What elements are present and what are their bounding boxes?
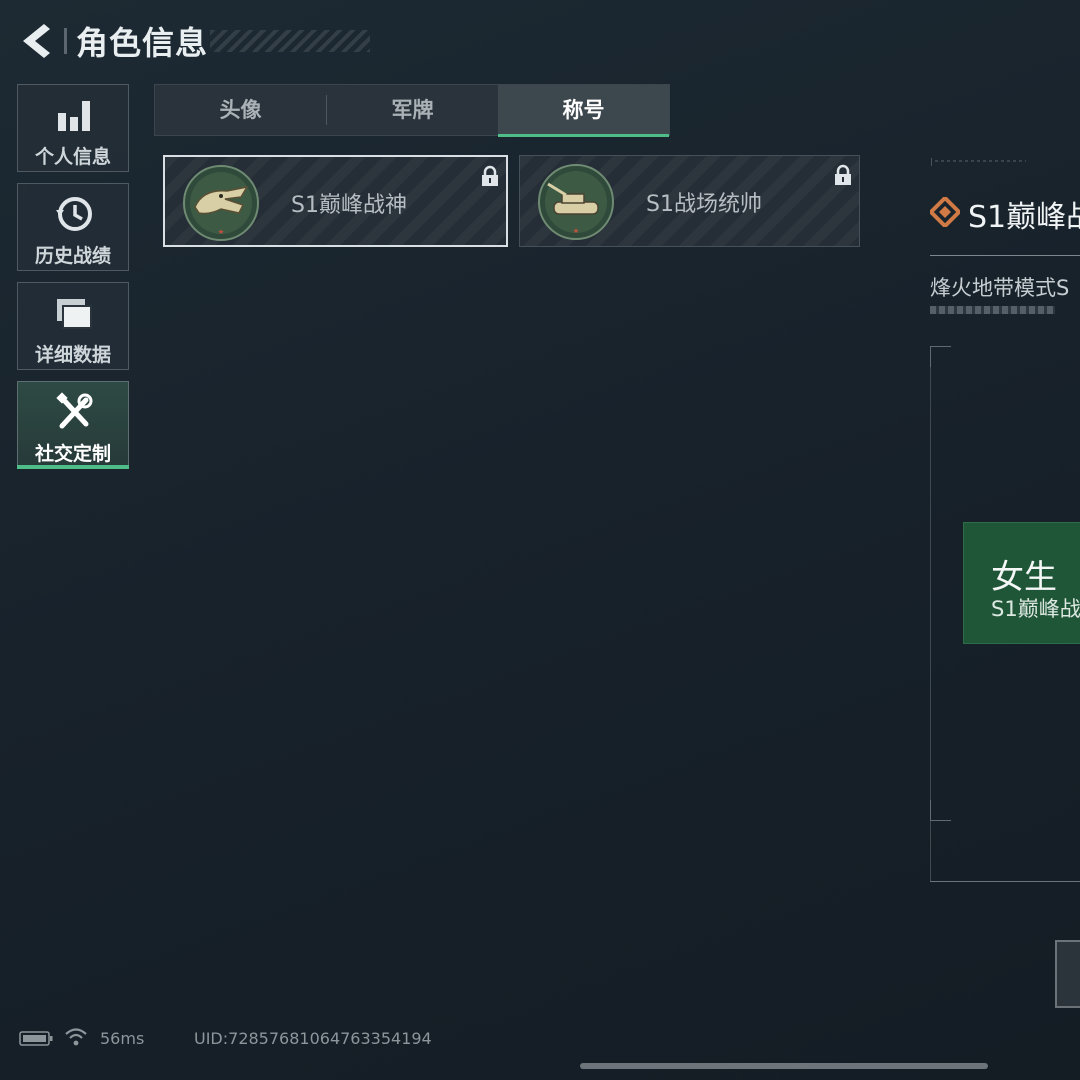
wrench-screwdriver-icon (56, 392, 93, 429)
tab-avatar[interactable]: 头像 (155, 85, 326, 135)
sidebar-item-label: 个人信息 (34, 146, 111, 168)
folders-icon (57, 299, 92, 329)
title-preview-card: 女生 S1巅峰战 (963, 522, 1080, 644)
sidebar-item-label: 社交定制 (34, 443, 111, 465)
sidebar-active-indicator (17, 465, 129, 469)
sidebar-item-social-custom[interactable]: 社交定制 (17, 381, 129, 469)
detail-subtext-placeholder (930, 306, 1055, 314)
tab-dog-tag[interactable]: 军牌 (327, 85, 498, 135)
detail-title: S1巅峰战 (968, 200, 1080, 235)
title-card-peak-god[interactable]: S1巅峰战神 (163, 155, 508, 247)
sidebar-item-label: 历史战绩 (34, 245, 111, 267)
title-card-label: S1战场统帅 (646, 192, 762, 217)
tab-title[interactable]: 称号 (498, 85, 669, 135)
preview-player-name: 女生 (991, 557, 1057, 596)
sidebar-item-detailed-data[interactable]: 详细数据 (17, 282, 129, 370)
sidebar-item-history[interactable]: 历史战绩 (17, 183, 129, 271)
history-clock-icon (56, 197, 92, 231)
lock-icon (835, 164, 851, 185)
back-arrow-icon (23, 24, 50, 58)
detail-divider (930, 255, 1080, 256)
header-decoration (210, 30, 370, 52)
header-divider (64, 28, 67, 54)
uid-label: UID:7285768106476335​4194 (194, 1029, 432, 1048)
page-title: 角色信息 (76, 24, 209, 62)
crocodile-emblem-icon (183, 165, 259, 241)
sidebar-item-label: 详细数据 (34, 344, 111, 366)
frame-corner (930, 346, 951, 367)
lock-icon (482, 165, 498, 186)
sidebar-item-personal-info[interactable]: 个人信息 (17, 84, 129, 172)
tab-bar: 头像 军牌 称号 (154, 84, 670, 136)
panel-decoration (931, 158, 1026, 166)
diamond-badge-icon (930, 197, 960, 227)
ping-label: 56ms (100, 1029, 145, 1048)
home-indicator[interactable] (580, 1063, 988, 1069)
preview-title-text: S1巅峰战 (991, 597, 1080, 621)
title-card-commander[interactable]: S1战场统帅 (519, 155, 860, 247)
battery-icon (19, 1031, 53, 1046)
wifi-icon (65, 1028, 87, 1046)
title-card-label: S1巅峰战神 (291, 193, 407, 218)
equip-button[interactable] (1055, 940, 1080, 1008)
detail-description: 烽火地带模式S (930, 276, 1070, 300)
tank-emblem-icon (538, 164, 614, 240)
back-button[interactable] (18, 20, 58, 62)
tab-active-indicator (498, 134, 669, 137)
frame-corner (930, 800, 951, 821)
bar-chart-icon (58, 101, 90, 131)
detail-bottom-divider (930, 881, 1080, 882)
